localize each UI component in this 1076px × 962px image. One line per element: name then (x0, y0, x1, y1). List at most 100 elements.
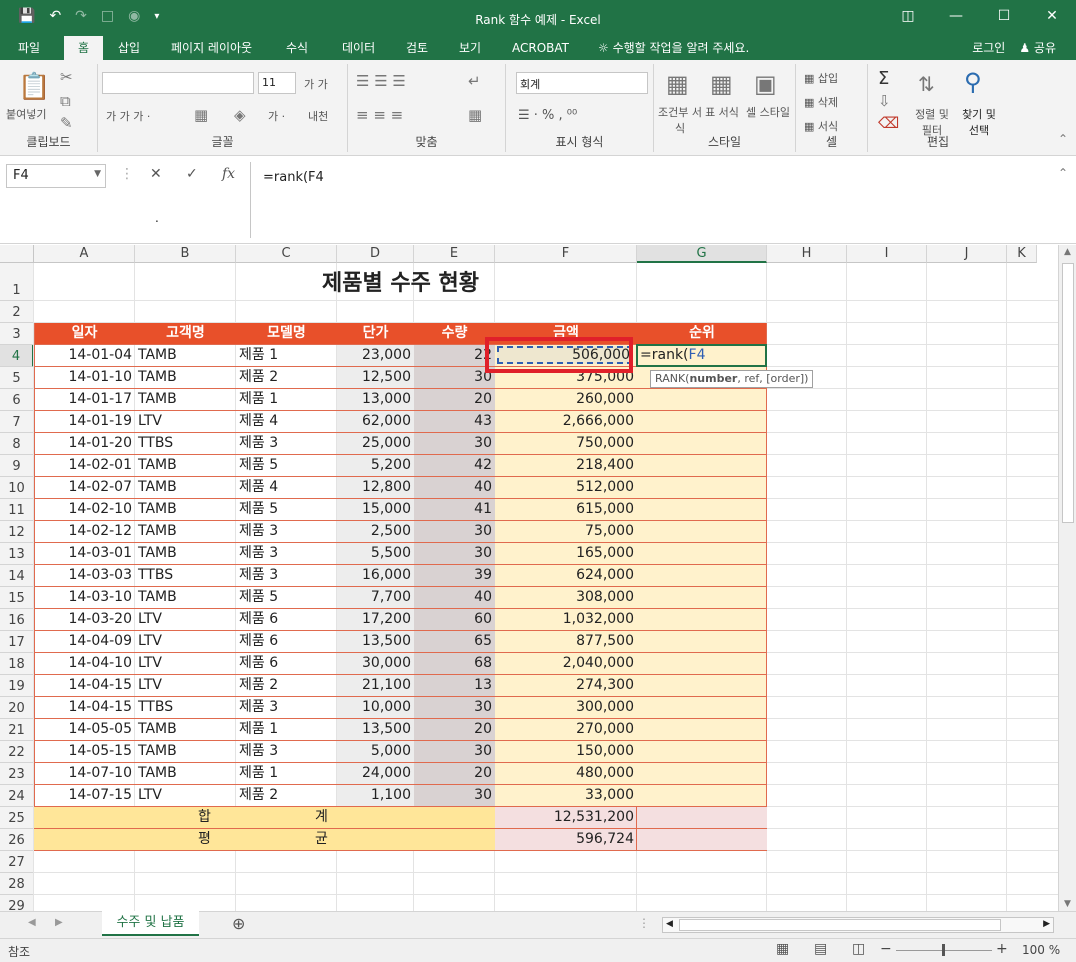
row-header[interactable]: 16 (0, 609, 34, 631)
data-cell[interactable]: 14-01-10 (34, 367, 135, 388)
zoom-slider-thumb[interactable] (942, 944, 945, 956)
tab-splitter-icon[interactable]: ⋮ (638, 916, 650, 930)
name-box[interactable]: F4 ▼ (6, 164, 106, 188)
scroll-down-icon[interactable]: ▼ (1064, 899, 1071, 909)
scroll-up-icon[interactable]: ▲ (1064, 247, 1071, 257)
fill-color-icon[interactable]: ◈ (234, 106, 246, 124)
data-cell[interactable]: 5,500 (337, 543, 414, 564)
data-cell[interactable]: 39 (414, 565, 495, 586)
data-cell[interactable]: 42 (414, 455, 495, 476)
tab-view[interactable]: 보기 (451, 36, 489, 60)
number-format-box[interactable]: 회계 (516, 72, 648, 94)
data-cell[interactable]: 624,000 (495, 565, 637, 586)
minimize-button[interactable]: — (932, 0, 980, 32)
row-header[interactable]: 10 (0, 477, 34, 499)
data-cell[interactable]: 제품 5 (236, 499, 337, 520)
vertical-scrollbar[interactable]: ▲ ▼ (1058, 245, 1076, 911)
row-header[interactable]: 8 (0, 433, 34, 455)
currency-percent-icons[interactable]: ☰ · % , ⁰⁰ (518, 108, 577, 123)
column-header-i[interactable]: I (847, 245, 927, 263)
data-cell[interactable]: 13,500 (337, 631, 414, 652)
font-name-box[interactable] (102, 72, 254, 94)
data-cell[interactable]: 14-01-04 (34, 345, 135, 366)
row-header[interactable]: 2 (0, 301, 34, 323)
delete-cells-button[interactable]: ▦ 삭제 (804, 94, 838, 110)
column-header-a[interactable]: A (34, 245, 135, 263)
data-cell[interactable]: 5,200 (337, 455, 414, 476)
data-cell[interactable]: 13,000 (337, 389, 414, 410)
data-cell[interactable]: 14-03-03 (34, 565, 135, 586)
row-header[interactable]: 6 (0, 389, 34, 411)
data-cell[interactable]: 제품 5 (236, 587, 337, 608)
data-cell[interactable]: 30 (414, 521, 495, 542)
data-cell[interactable]: TTBS (135, 697, 236, 718)
row-header[interactable]: 14 (0, 565, 34, 587)
cut-icon[interactable]: ✂ (60, 68, 73, 86)
cell-styles-icon[interactable]: ▣ (754, 70, 777, 98)
format-as-table-icon[interactable]: ▦ (710, 70, 733, 98)
grow-font-icon[interactable]: 가 가 (304, 76, 328, 92)
row-header[interactable]: 27 (0, 851, 34, 873)
copy-icon[interactable]: ⧉ (60, 92, 71, 110)
data-cell[interactable]: 43 (414, 411, 495, 432)
data-cell[interactable]: 2,040,000 (495, 653, 637, 674)
font-color-icon[interactable]: 가 · (268, 108, 285, 124)
enter-icon[interactable]: ✓ (186, 166, 198, 182)
row-header[interactable]: 4 (0, 345, 34, 367)
data-cell[interactable]: 60 (414, 609, 495, 630)
clear-icon[interactable]: ⌫ (878, 114, 899, 132)
font-size-box[interactable]: 11 (258, 72, 296, 94)
row-header[interactable]: 9 (0, 455, 34, 477)
align-left-icon[interactable]: ≡ ≡ ≡ (356, 106, 403, 124)
data-cell[interactable]: 14-05-05 (34, 719, 135, 740)
row-header[interactable]: 18 (0, 653, 34, 675)
autosum-icon[interactable]: Σ (878, 68, 889, 89)
data-cell[interactable]: TAMB (135, 763, 236, 784)
cell-editor[interactable]: =rank(F4 (637, 345, 708, 366)
zoom-level[interactable]: 100 % (1022, 943, 1060, 957)
format-as-table-label[interactable]: 표 서식 (704, 104, 740, 120)
tell-me-search[interactable]: ☼ 수행할 작업을 알려 주세요. (590, 36, 757, 60)
data-cell[interactable]: 65 (414, 631, 495, 652)
data-cell[interactable]: 14-07-15 (34, 785, 135, 806)
data-cell[interactable]: 14-01-19 (34, 411, 135, 432)
data-cell[interactable]: 40 (414, 477, 495, 498)
data-cell[interactable]: 750,000 (495, 433, 637, 454)
data-cell[interactable]: 30 (414, 697, 495, 718)
data-cell[interactable]: TAMB (135, 587, 236, 608)
data-cell[interactable]: 제품 5 (236, 455, 337, 476)
data-cell[interactable]: TTBS (135, 433, 236, 454)
data-cell[interactable]: 제품 2 (236, 367, 337, 388)
data-cell[interactable]: 150,000 (495, 741, 637, 762)
data-cell[interactable]: TAMB (135, 455, 236, 476)
formula-input[interactable]: =rank(F4 (250, 162, 1070, 238)
data-cell[interactable]: 14-03-01 (34, 543, 135, 564)
data-cell[interactable]: 165,000 (495, 543, 637, 564)
data-cell[interactable]: LTV (135, 631, 236, 652)
data-cell[interactable]: TAMB (135, 477, 236, 498)
scroll-left-icon[interactable]: ◀ (666, 919, 673, 929)
data-cell[interactable]: TAMB (135, 345, 236, 366)
row-header[interactable]: 26 (0, 829, 34, 851)
sort-filter-icon[interactable]: ⇅ (918, 72, 935, 96)
data-cell[interactable]: 제품 6 (236, 631, 337, 652)
data-cell[interactable]: 12,800 (337, 477, 414, 498)
row-header[interactable]: 15 (0, 587, 34, 609)
insert-function-icon[interactable]: fx (222, 166, 235, 182)
total-value[interactable]: 12,531,200 (495, 807, 637, 828)
data-cell[interactable]: 2,500 (337, 521, 414, 542)
tab-page-layout[interactable]: 페이지 레이아웃 (163, 36, 260, 60)
data-cell[interactable]: LTV (135, 653, 236, 674)
scroll-right-icon[interactable]: ▶ (1043, 919, 1050, 929)
data-cell[interactable]: 13,500 (337, 719, 414, 740)
row-header[interactable]: 19 (0, 675, 34, 697)
phonetic-icon[interactable]: 내천 (308, 108, 328, 124)
data-cell[interactable]: 14-03-20 (34, 609, 135, 630)
row-header[interactable]: 24 (0, 785, 34, 807)
data-cell[interactable]: 25,000 (337, 433, 414, 454)
data-cell[interactable]: 7,700 (337, 587, 414, 608)
data-cell[interactable]: 68 (414, 653, 495, 674)
row-header[interactable]: 23 (0, 763, 34, 785)
data-cell[interactable]: TTBS (135, 565, 236, 586)
data-cell[interactable]: 480,000 (495, 763, 637, 784)
